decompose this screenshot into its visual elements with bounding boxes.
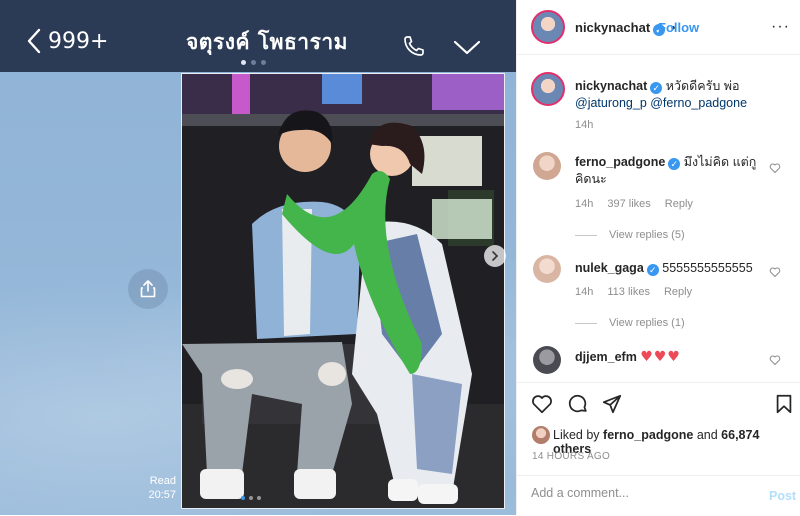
heart-icon[interactable] [769, 266, 781, 278]
read-label: Read [149, 475, 176, 487]
post-timestamp: 14 HOURS AGO [532, 451, 611, 462]
share-send-icon[interactable] [601, 393, 623, 415]
follow-button[interactable]: Follow [658, 20, 699, 35]
read-receipt: Read 20:57 [136, 474, 176, 502]
caption-time: 14h [575, 119, 594, 131]
page-indicator [241, 60, 266, 65]
chevron-right-icon [492, 251, 499, 261]
carousel-indicator [241, 496, 261, 500]
post-actions: Liked by ferno_padgone and 66,874 others… [517, 382, 800, 515]
instagram-panel: nickynachat ✓ • Follow ··· nickynachat ✓ ห… [516, 0, 800, 515]
comments-section: nickynachat ✓ หวัดดีครับ พ่อ @jaturong_p … [517, 56, 800, 381]
liked-by-user[interactable]: ferno_padgone [603, 428, 693, 442]
more-options-icon[interactable]: ··· [771, 18, 790, 36]
comment-username[interactable]: djjem_efm [575, 350, 637, 364]
comment-input[interactable] [531, 486, 751, 500]
header-username[interactable]: nickynachat [575, 20, 650, 35]
read-time: 20:57 [148, 489, 176, 501]
comment-time: 14h [575, 198, 594, 210]
caption-username[interactable]: nickynachat [575, 79, 647, 93]
bookmark-icon[interactable] [773, 393, 795, 415]
add-comment-bar: Post [517, 475, 800, 516]
view-replies-button[interactable]: View replies (1) [575, 317, 765, 329]
comment-likes[interactable]: 397 likes [607, 198, 650, 210]
post-header: nickynachat ✓ • Follow ··· [517, 0, 800, 55]
chevron-left-icon [27, 28, 41, 54]
unread-count: 999+ [48, 28, 109, 54]
liked-by-avatar[interactable] [532, 426, 550, 444]
comment-icon[interactable] [567, 393, 589, 415]
chevron-down-icon[interactable] [452, 38, 482, 56]
reply-button[interactable]: Reply [664, 286, 692, 298]
reply-button[interactable]: Reply [665, 198, 693, 210]
screenshot-root: 999+ จตุรงค์ โพธาราม Read 20:57 nickynac… [0, 0, 800, 515]
verified-badge-icon: ✓ [646, 264, 659, 276]
comment-text: 5555555555555 [662, 261, 753, 275]
like-heart-icon[interactable] [531, 393, 553, 415]
view-replies-button[interactable]: View replies (5) [575, 229, 765, 241]
comment-avatar[interactable] [533, 152, 561, 180]
phone-icon[interactable] [402, 34, 426, 58]
comment-likes[interactable]: 113 likes [607, 286, 650, 298]
heart-icon[interactable] [769, 354, 781, 366]
post-button[interactable]: Post [769, 489, 796, 503]
verified-badge-icon: ✓ [650, 82, 663, 94]
comment-username[interactable]: nulek_gaga [575, 261, 644, 275]
comment-avatar[interactable] [533, 255, 561, 283]
caption-avatar[interactable] [531, 72, 565, 106]
comment-time: 14h [575, 286, 594, 298]
photo-illustration [182, 74, 504, 508]
chat-title: จตุรงค์ โพธาราม [186, 30, 348, 54]
share-icon [140, 280, 156, 298]
caption-mentions[interactable]: @jaturong_p @ferno_padgone [575, 95, 785, 112]
caption-text: หวัดดีครับ พ่อ [665, 79, 740, 93]
comment-avatar[interactable] [533, 346, 561, 374]
comment-text: ♥♥♥ [640, 349, 681, 365]
chat-header: 999+ จตุรงค์ โพธาราม [0, 0, 516, 72]
avatar[interactable] [531, 10, 565, 44]
next-photo-button[interactable] [484, 245, 506, 267]
verified-badge-icon: ✓ [668, 158, 681, 170]
heart-icon[interactable] [769, 162, 781, 174]
share-button[interactable] [128, 269, 168, 309]
comment-username[interactable]: ferno_padgone [575, 155, 665, 169]
post-photo[interactable] [181, 73, 505, 509]
back-button[interactable]: 999+ [26, 28, 108, 54]
